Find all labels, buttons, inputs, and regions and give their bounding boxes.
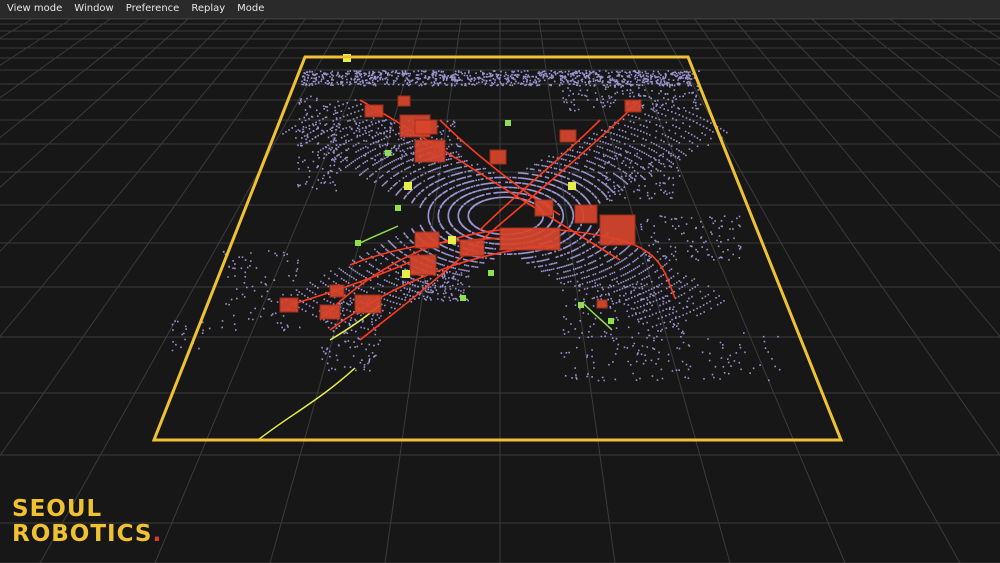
pedestrian-box <box>505 120 511 126</box>
pedestrian-box <box>608 318 614 324</box>
vehicle-box <box>279 297 299 313</box>
vehicle-box <box>459 239 485 257</box>
grid-line <box>772 18 1000 252</box>
grid-line <box>0 18 267 338</box>
seoul-robotics-logo: SEOUL ROBOTICS. <box>12 497 162 547</box>
ground-grid <box>0 18 1000 563</box>
detection-zone-boundary[interactable] <box>151 55 844 442</box>
pedestrian-box <box>460 295 466 301</box>
grid-line <box>0 18 72 66</box>
vehicle-box <box>409 254 437 276</box>
vehicle-box <box>364 104 384 118</box>
vehicle-box <box>414 119 438 135</box>
vehicle-box <box>499 227 561 251</box>
vehicle-box <box>397 95 411 107</box>
point-cloud-points <box>171 70 781 382</box>
vehicle-box <box>534 199 554 217</box>
pedestrian-box <box>488 270 494 276</box>
grid-line <box>811 18 1000 188</box>
grid-line <box>538 18 616 563</box>
vehicle-box <box>414 231 440 249</box>
cyclist-box <box>568 182 576 190</box>
logo-line-2-text: ROBOTICS <box>12 521 153 547</box>
logo-line-2: ROBOTICS. <box>12 522 162 547</box>
vehicle-box <box>354 294 382 314</box>
trajectory-line <box>257 367 356 441</box>
trajectory-line <box>584 304 613 331</box>
vehicle-box <box>489 149 507 165</box>
scene-canvas[interactable] <box>0 0 1000 563</box>
cyclist-box <box>404 182 412 190</box>
vehicle-box <box>624 99 642 113</box>
cyclist-box <box>448 236 456 244</box>
grid-line <box>0 18 33 39</box>
grid-line <box>616 18 846 563</box>
vehicle-box <box>596 299 608 309</box>
vehicle-box <box>329 284 345 298</box>
vehicle-box <box>414 139 446 163</box>
pedestrian-box <box>395 205 401 211</box>
grid-line <box>928 18 1000 66</box>
vehicle-box <box>574 204 598 224</box>
pedestrian-box <box>385 150 391 156</box>
grid-line <box>0 18 111 99</box>
pedestrian-box <box>578 302 584 308</box>
cyclist-box <box>402 270 410 278</box>
grid-line <box>0 18 189 188</box>
grid-line <box>577 18 731 563</box>
pedestrian-box <box>355 240 361 246</box>
point-cloud <box>171 70 781 382</box>
grid-line <box>0 18 150 139</box>
grid-line <box>39 18 345 563</box>
trajectory-line <box>359 99 621 261</box>
grid-line <box>889 18 1000 99</box>
logo-dot: . <box>152 521 163 547</box>
grid-line <box>850 18 1000 139</box>
grid-line <box>733 18 1000 338</box>
3d-viewport[interactable] <box>0 18 1000 563</box>
vehicle-box <box>559 129 577 143</box>
vehicle-box <box>319 304 341 320</box>
grid-line <box>0 18 228 252</box>
grid-line <box>655 18 961 563</box>
vehicle-box <box>599 214 636 246</box>
grid-line <box>967 18 1000 39</box>
trajectory-line <box>355 225 399 246</box>
logo-line-1: SEOUL <box>12 496 103 522</box>
